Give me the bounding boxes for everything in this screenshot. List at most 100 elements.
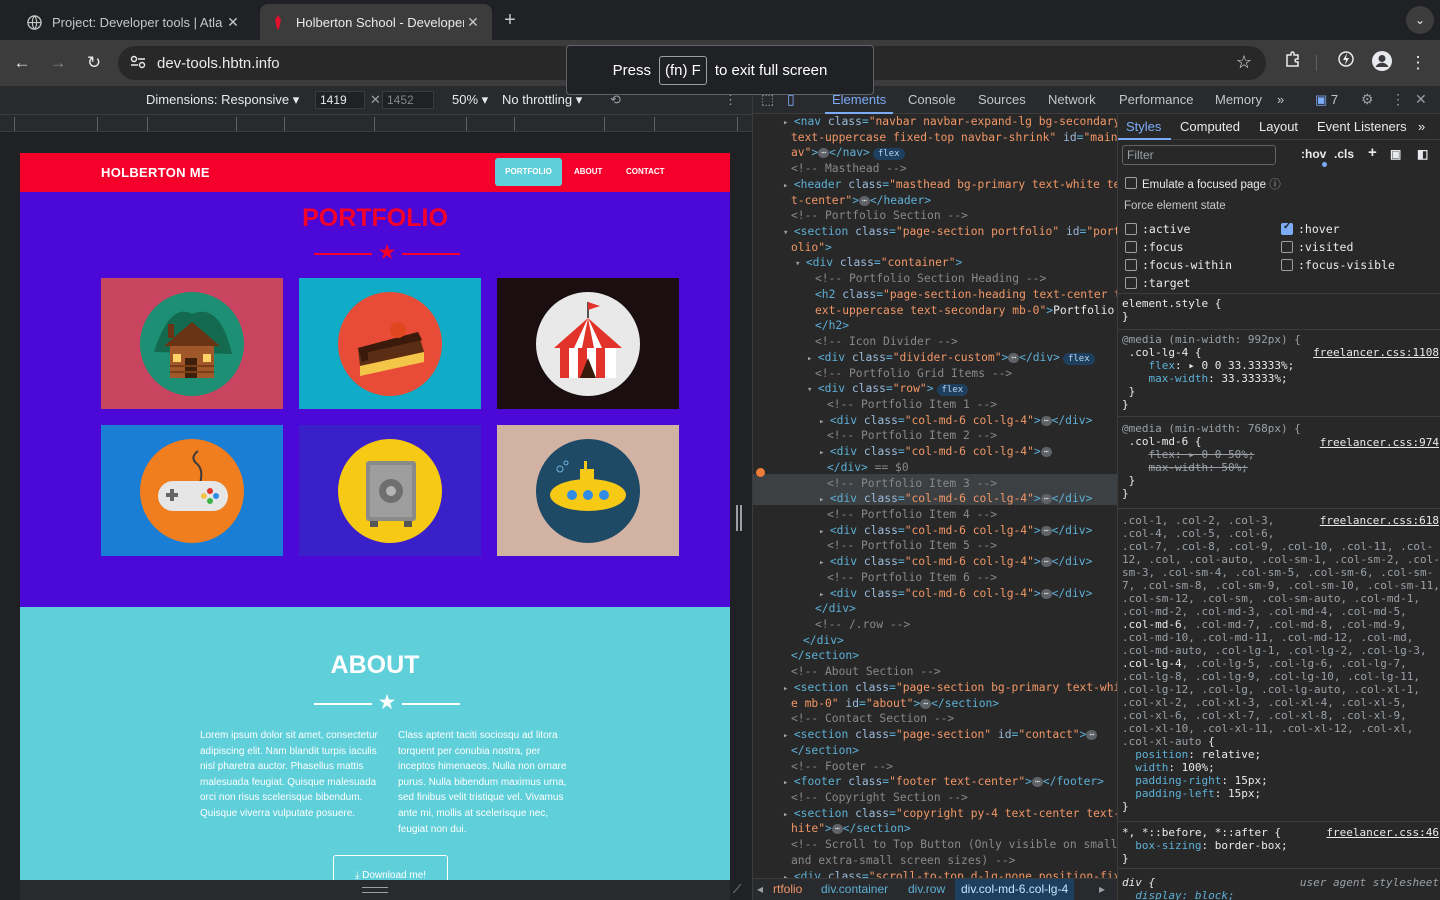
site-settings-icon[interactable] xyxy=(130,55,152,72)
crumb-scroll-left-icon[interactable]: ◂ xyxy=(757,882,763,896)
source-link-46[interactable]: freelancer.css:46 xyxy=(1326,826,1439,839)
dom-tree[interactable]: ▸ <nav class="navbar navbar-expand-lg bg… xyxy=(753,114,1117,882)
portfolio-item-6[interactable] xyxy=(497,425,679,556)
state-target-checkbox[interactable] xyxy=(1125,277,1137,289)
new-rule-plus-icon[interactable]: + xyxy=(1368,144,1377,161)
viewport-height-grip[interactable] xyxy=(362,887,388,893)
dom-node-line[interactable]: <!-- Portfolio Section Heading --> xyxy=(753,271,1117,287)
site-brand[interactable]: HOLBERTON ME xyxy=(101,165,210,180)
dimensions-dropdown[interactable]: Dimensions: Responsive ▾ xyxy=(146,92,299,108)
dom-node-line[interactable]: </section> xyxy=(753,743,1117,759)
dom-node-line[interactable]: olio"> xyxy=(753,240,1117,256)
bookmark-star-icon[interactable]: ☆ xyxy=(1236,52,1252,73)
back-arrow-icon[interactable]: ← xyxy=(9,50,35,76)
rule-col-lg-4[interactable]: @media (min-width: 992px) { .col-lg-4 { … xyxy=(1122,333,1440,411)
tab-search-chevron-icon[interactable]: ⌄ xyxy=(1406,6,1434,34)
height-input[interactable]: 1452 xyxy=(382,91,434,109)
tab-styles[interactable]: Styles xyxy=(1126,119,1161,134)
viewport-corner-resize-icon[interactable]: ⟋ xyxy=(733,882,741,897)
browser-menu-icon[interactable]: ⋮ xyxy=(1405,50,1431,76)
tab-performance[interactable]: Performance xyxy=(1119,92,1193,107)
more-tabs-icon[interactable]: » xyxy=(1418,119,1425,134)
portfolio-item-4[interactable] xyxy=(101,425,283,556)
dom-node-line[interactable]: t-center"> ⋯ </header> xyxy=(753,193,1117,209)
dom-node-line[interactable]: <h2 class="page-section-heading text-cen… xyxy=(753,287,1117,303)
tab-memory[interactable]: Memory xyxy=(1215,92,1262,107)
dom-node-line[interactable]: <!-- Portfolio Item 1 --> xyxy=(753,397,1117,413)
dom-node-line[interactable]: <!-- /.row --> xyxy=(753,617,1117,633)
dom-node-line[interactable]: <!-- Portfolio Section --> xyxy=(753,208,1117,224)
dom-node-line[interactable]: </div> == $0 xyxy=(753,460,1117,476)
close-devtools-icon[interactable]: ✕ xyxy=(1415,91,1427,108)
dom-node-line[interactable]: <!-- About Section --> xyxy=(753,664,1117,680)
dom-node-line[interactable]: <!-- Masthead --> xyxy=(753,161,1117,177)
dom-node-line[interactable]: <!-- Portfolio Item 5 --> xyxy=(753,538,1117,554)
state-visited-checkbox[interactable] xyxy=(1281,241,1293,253)
nav-link-portfolio[interactable]: PORTFOLIO xyxy=(495,158,562,186)
portfolio-item-2[interactable] xyxy=(299,278,481,409)
sidebar-toggle-icon[interactable]: ◧ xyxy=(1417,147,1428,161)
viewport-resize-handle[interactable] xyxy=(736,505,742,531)
crumb-portfolio[interactable]: rtfolio xyxy=(773,882,802,896)
download-button[interactable]: ⤓ Download me! xyxy=(333,855,448,880)
dom-node-line[interactable]: <!-- Portfolio Item 2 --> xyxy=(753,428,1117,444)
portfolio-item-1[interactable] xyxy=(101,278,283,409)
browser-tab-atlas[interactable]: Project: Developer tools | Atla ✕ xyxy=(16,4,252,40)
tab-sources[interactable]: Sources xyxy=(978,92,1026,107)
tab-computed[interactable]: Computed xyxy=(1180,119,1240,134)
dom-node-line[interactable]: e mb-0" id="about"> ⋯ </section> xyxy=(753,696,1117,712)
extension-icon[interactable] xyxy=(1333,50,1359,76)
new-tab-button[interactable]: + xyxy=(498,8,522,32)
dom-node-line[interactable]: <!-- Portfolio Item 3 --> xyxy=(753,476,1117,492)
dom-node-line[interactable]: <!-- Contact Section --> xyxy=(753,711,1117,727)
dom-node-line[interactable]: <!-- Portfolio Grid Items --> xyxy=(753,366,1117,382)
crumb-scroll-right-icon[interactable]: ▸ xyxy=(1099,882,1105,896)
dom-node-line[interactable]: <!-- Scroll to Top Button (Only visible … xyxy=(753,837,1117,853)
portfolio-item-3[interactable] xyxy=(497,278,679,409)
devtools-menu-icon[interactable]: ⋮ xyxy=(1391,91,1405,108)
dom-node-line[interactable]: </section> xyxy=(753,648,1117,664)
rule-col-grid[interactable]: .col-1, .col-2, .col-3, .col-4, .col-5, .… xyxy=(1122,514,1440,813)
nav-link-contact[interactable]: CONTACT xyxy=(618,158,673,186)
state-focus-visible-checkbox[interactable] xyxy=(1281,259,1293,271)
tab-layout[interactable]: Layout xyxy=(1259,119,1298,134)
styles-filter-input[interactable]: Filter xyxy=(1122,145,1276,165)
dom-node-line[interactable]: </div> xyxy=(753,601,1117,617)
dom-node-line[interactable]: </h2> xyxy=(753,318,1117,334)
dom-node-line[interactable]: hite"> ⋯ </section> xyxy=(753,821,1117,837)
settings-gear-icon[interactable]: ⚙ xyxy=(1361,91,1374,108)
dom-node-line[interactable]: <!-- Portfolio Item 4 --> xyxy=(753,507,1117,523)
element-style-rule[interactable]: element.style {} xyxy=(1122,297,1440,323)
dom-node-line[interactable]: <!-- Copyright Section --> xyxy=(753,790,1117,806)
profile-avatar-icon[interactable] xyxy=(1369,50,1395,76)
cls-toggle[interactable]: .cls xyxy=(1334,147,1354,161)
issues-badge[interactable]: ▣ 7 xyxy=(1315,92,1338,108)
source-link-618[interactable]: freelancer.css:618 xyxy=(1319,514,1439,527)
more-tabs-icon[interactable]: » xyxy=(1277,92,1284,107)
forward-arrow-icon[interactable]: → xyxy=(45,50,71,76)
dom-node-line[interactable]: </div> xyxy=(753,633,1117,649)
dom-node-line[interactable]: <!-- Portfolio Item 6 --> xyxy=(753,570,1117,586)
crumb-current[interactable]: div.col-md-6.col-lg-4 xyxy=(955,879,1075,900)
browser-tab-holberton[interactable]: Holberton School - Developer ✕ xyxy=(260,4,492,40)
crumb-row[interactable]: div.row xyxy=(908,882,945,896)
portfolio-item-5[interactable] xyxy=(299,425,481,556)
dom-node-line[interactable]: <!-- Footer --> xyxy=(753,759,1117,775)
extensions-puzzle-icon[interactable] xyxy=(1280,50,1306,76)
close-tab-icon[interactable]: ✕ xyxy=(464,14,482,31)
paint-brush-icon[interactable]: ▣ xyxy=(1390,147,1401,161)
dom-node-line[interactable]: av"> ⋯ </nav> flex xyxy=(753,145,1117,161)
hov-toggle[interactable]: :hov xyxy=(1301,147,1326,161)
dom-node-line[interactable]: ext-uppercase text-secondary mb-0">Portf… xyxy=(753,303,1117,319)
state-active-checkbox[interactable] xyxy=(1125,223,1137,235)
zoom-dropdown[interactable]: 50% ▾ xyxy=(452,92,488,108)
tab-network[interactable]: Network xyxy=(1048,92,1096,107)
rule-col-md-6[interactable]: @media (min-width: 768px) { .col-md-6 { … xyxy=(1122,422,1440,500)
state-focus-within-checkbox[interactable] xyxy=(1125,259,1137,271)
source-link-1108[interactable]: freelancer.css:1108 xyxy=(1313,346,1439,359)
width-input[interactable]: 1419 xyxy=(315,91,365,109)
tab-console[interactable]: Console xyxy=(908,92,956,107)
dom-node-line[interactable]: text-uppercase fixed-top navbar-shrink" … xyxy=(753,130,1117,146)
close-tab-icon[interactable]: ✕ xyxy=(224,14,242,31)
dom-node-line[interactable]: <!-- Icon Divider --> xyxy=(753,334,1117,350)
